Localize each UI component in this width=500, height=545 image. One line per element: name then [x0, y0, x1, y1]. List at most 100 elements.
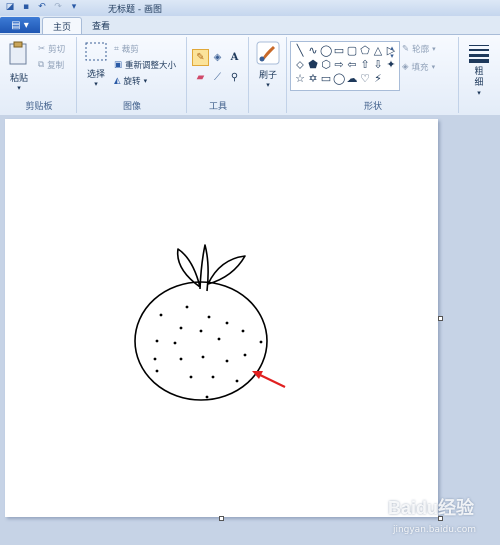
shape-item[interactable]: ♡	[359, 73, 371, 85]
size-dropdown-icon: ▾	[477, 89, 481, 97]
fill-tool[interactable]: ◈	[209, 49, 226, 66]
shape-item[interactable]: ∿	[307, 45, 319, 57]
paste-dropdown-icon: ▾	[17, 84, 21, 92]
shape-item[interactable]: ✦	[385, 59, 397, 71]
outline-label: 轮廓	[412, 45, 430, 55]
orange-dot	[205, 395, 209, 399]
canvas-resize-handle-bottom[interactable]	[219, 516, 224, 521]
canvas-resize-handle-right[interactable]	[438, 316, 443, 321]
orange-dot	[235, 379, 239, 383]
tools-group-label: 工具	[208, 102, 227, 112]
fill-shape-dropdown-icon: ▾	[431, 63, 436, 71]
paste-label: 粘贴	[9, 74, 28, 84]
shape-item[interactable]: ◯	[320, 45, 332, 57]
brush-icon	[256, 41, 280, 65]
copy-label: 复制	[47, 61, 65, 71]
file-menu-icon: ▤ ▾	[11, 19, 29, 31]
orange-dot	[179, 326, 183, 330]
shape-item[interactable]: ⬡	[320, 59, 332, 71]
orange-dot	[225, 359, 229, 363]
drawing-canvas[interactable]	[5, 119, 438, 517]
pencil-tool[interactable]: ✎	[192, 49, 209, 66]
pencil-icon: ✎	[196, 52, 205, 63]
magnifier-tool[interactable]: ⚲	[226, 69, 243, 86]
shape-item[interactable]: ▢	[346, 45, 358, 57]
outline-dropdown-icon: ▾	[432, 45, 436, 53]
select-label: 选择	[86, 70, 105, 80]
right-leaf	[207, 255, 246, 285]
scissors-icon: ✂	[38, 44, 46, 54]
rotate-label: 旋转	[123, 77, 141, 87]
redo-icon[interactable]: ↷	[52, 1, 64, 13]
save-icon[interactable]: ▪	[20, 1, 32, 13]
shape-item[interactable]: ⇧	[359, 59, 371, 71]
text-tool[interactable]: A	[226, 49, 243, 66]
rotate-dropdown-icon: ▾	[143, 77, 148, 85]
shapes-scroll-icon[interactable]: ▴▾	[388, 44, 398, 60]
paste-button[interactable]: 粘贴 ▾	[6, 41, 32, 92]
paste-icon	[9, 41, 27, 65]
shape-item[interactable]: ◯	[333, 73, 345, 85]
shape-item[interactable]: ⚡	[372, 73, 384, 85]
shape-item[interactable]: △	[372, 45, 384, 57]
orange-dot	[159, 313, 163, 317]
annotation-arrow	[252, 371, 286, 388]
shape-item[interactable]: ⬦	[294, 59, 306, 71]
outline-icon: ✎	[402, 44, 410, 54]
shape-item[interactable]: ╲	[294, 45, 306, 57]
shape-item[interactable]: ⬠	[359, 45, 371, 57]
orange-dot	[225, 321, 229, 325]
group-clipboard: 粘贴 ▾ ✂ 剪切 ⧉ 复制 剪贴板	[2, 37, 77, 113]
orange-dot	[259, 340, 263, 344]
shape-item[interactable]: ☆	[294, 73, 306, 85]
resize-button[interactable]: ▣ 重新调整大小	[114, 59, 176, 71]
shape-item[interactable]: ⇩	[372, 59, 384, 71]
size-button[interactable]: 粗细 ▾	[464, 43, 494, 97]
orange-dot	[207, 315, 211, 319]
customize-qat-icon[interactable]: ▾	[68, 1, 80, 13]
tab-view[interactable]: 查看	[82, 17, 120, 34]
shape-item[interactable]: ☁	[346, 73, 358, 85]
resize-icon: ▣	[114, 60, 123, 70]
fill-shape-button[interactable]: ◈ 填充 ▾	[402, 61, 435, 73]
stem	[199, 244, 209, 292]
file-menu-button[interactable]: ▤ ▾	[0, 17, 40, 33]
rotate-icon: ◭	[114, 76, 121, 86]
brushes-button[interactable]: 刷子 ▾	[254, 41, 282, 89]
fill-shape-icon: ◈	[402, 62, 409, 72]
shape-item[interactable]: ▭	[320, 73, 332, 85]
shape-item[interactable]: ⬟	[307, 59, 319, 71]
shape-item[interactable]: ✡	[307, 73, 319, 85]
resize-label: 重新调整大小	[125, 61, 177, 71]
cut-button[interactable]: ✂ 剪切	[38, 43, 65, 55]
group-image: 选择 ▾ ⌗ 裁剪 ▣ 重新调整大小 ◭ 旋转 ▾ 图像	[78, 37, 187, 113]
orange-dot	[201, 355, 205, 359]
shape-item[interactable]: ⇦	[346, 59, 358, 71]
color-picker-tool[interactable]: ⟋	[209, 69, 226, 86]
tab-home[interactable]: 主页	[42, 17, 83, 35]
watermark: Baidu经验	[387, 498, 474, 518]
text-icon: A	[230, 52, 239, 63]
shape-item[interactable]: ⇨	[333, 59, 345, 71]
orange-drawing	[134, 244, 286, 401]
rotate-button[interactable]: ◭ 旋转 ▾	[114, 75, 147, 87]
crop-icon: ⌗	[114, 44, 119, 54]
crop-button[interactable]: ⌗ 裁剪	[114, 43, 139, 55]
title-bar: ◪ ▪ ↶ ↷ ▾ 无标题 - 画图	[0, 0, 500, 17]
color-picker-icon: ⟋	[214, 72, 221, 83]
group-shapes: ╲ ∿ ◯ ▭ ▢ ⬠ △ ▷ ⬦ ⬟ ⬡ ⇨ ⇦ ⇧ ⇩ ✦ ☆ ✡ ▭ ◯ ☁ ♡ ⚡ ▴▾ ✎ 轮廓 ▾ ◈ 填充 ▾ …	[288, 37, 459, 113]
shape-item[interactable]: ▭	[333, 45, 345, 57]
orange-dot	[185, 305, 189, 309]
copy-button[interactable]: ⧉ 复制	[38, 59, 64, 71]
eraser-tool[interactable]: ▰	[192, 69, 209, 86]
app-menu-icon[interactable]: ◪	[4, 1, 16, 13]
outline-button[interactable]: ✎ 轮廓 ▾	[402, 43, 436, 55]
cut-label: 剪切	[48, 45, 66, 55]
orange-dot	[211, 375, 215, 379]
line-width-icon	[469, 45, 489, 63]
undo-icon[interactable]: ↶	[36, 1, 48, 13]
orange-body	[134, 281, 268, 401]
clipboard-group-label: 剪贴板	[25, 102, 53, 112]
orange-dot	[179, 357, 183, 361]
select-button[interactable]: 选择 ▾	[82, 41, 110, 88]
